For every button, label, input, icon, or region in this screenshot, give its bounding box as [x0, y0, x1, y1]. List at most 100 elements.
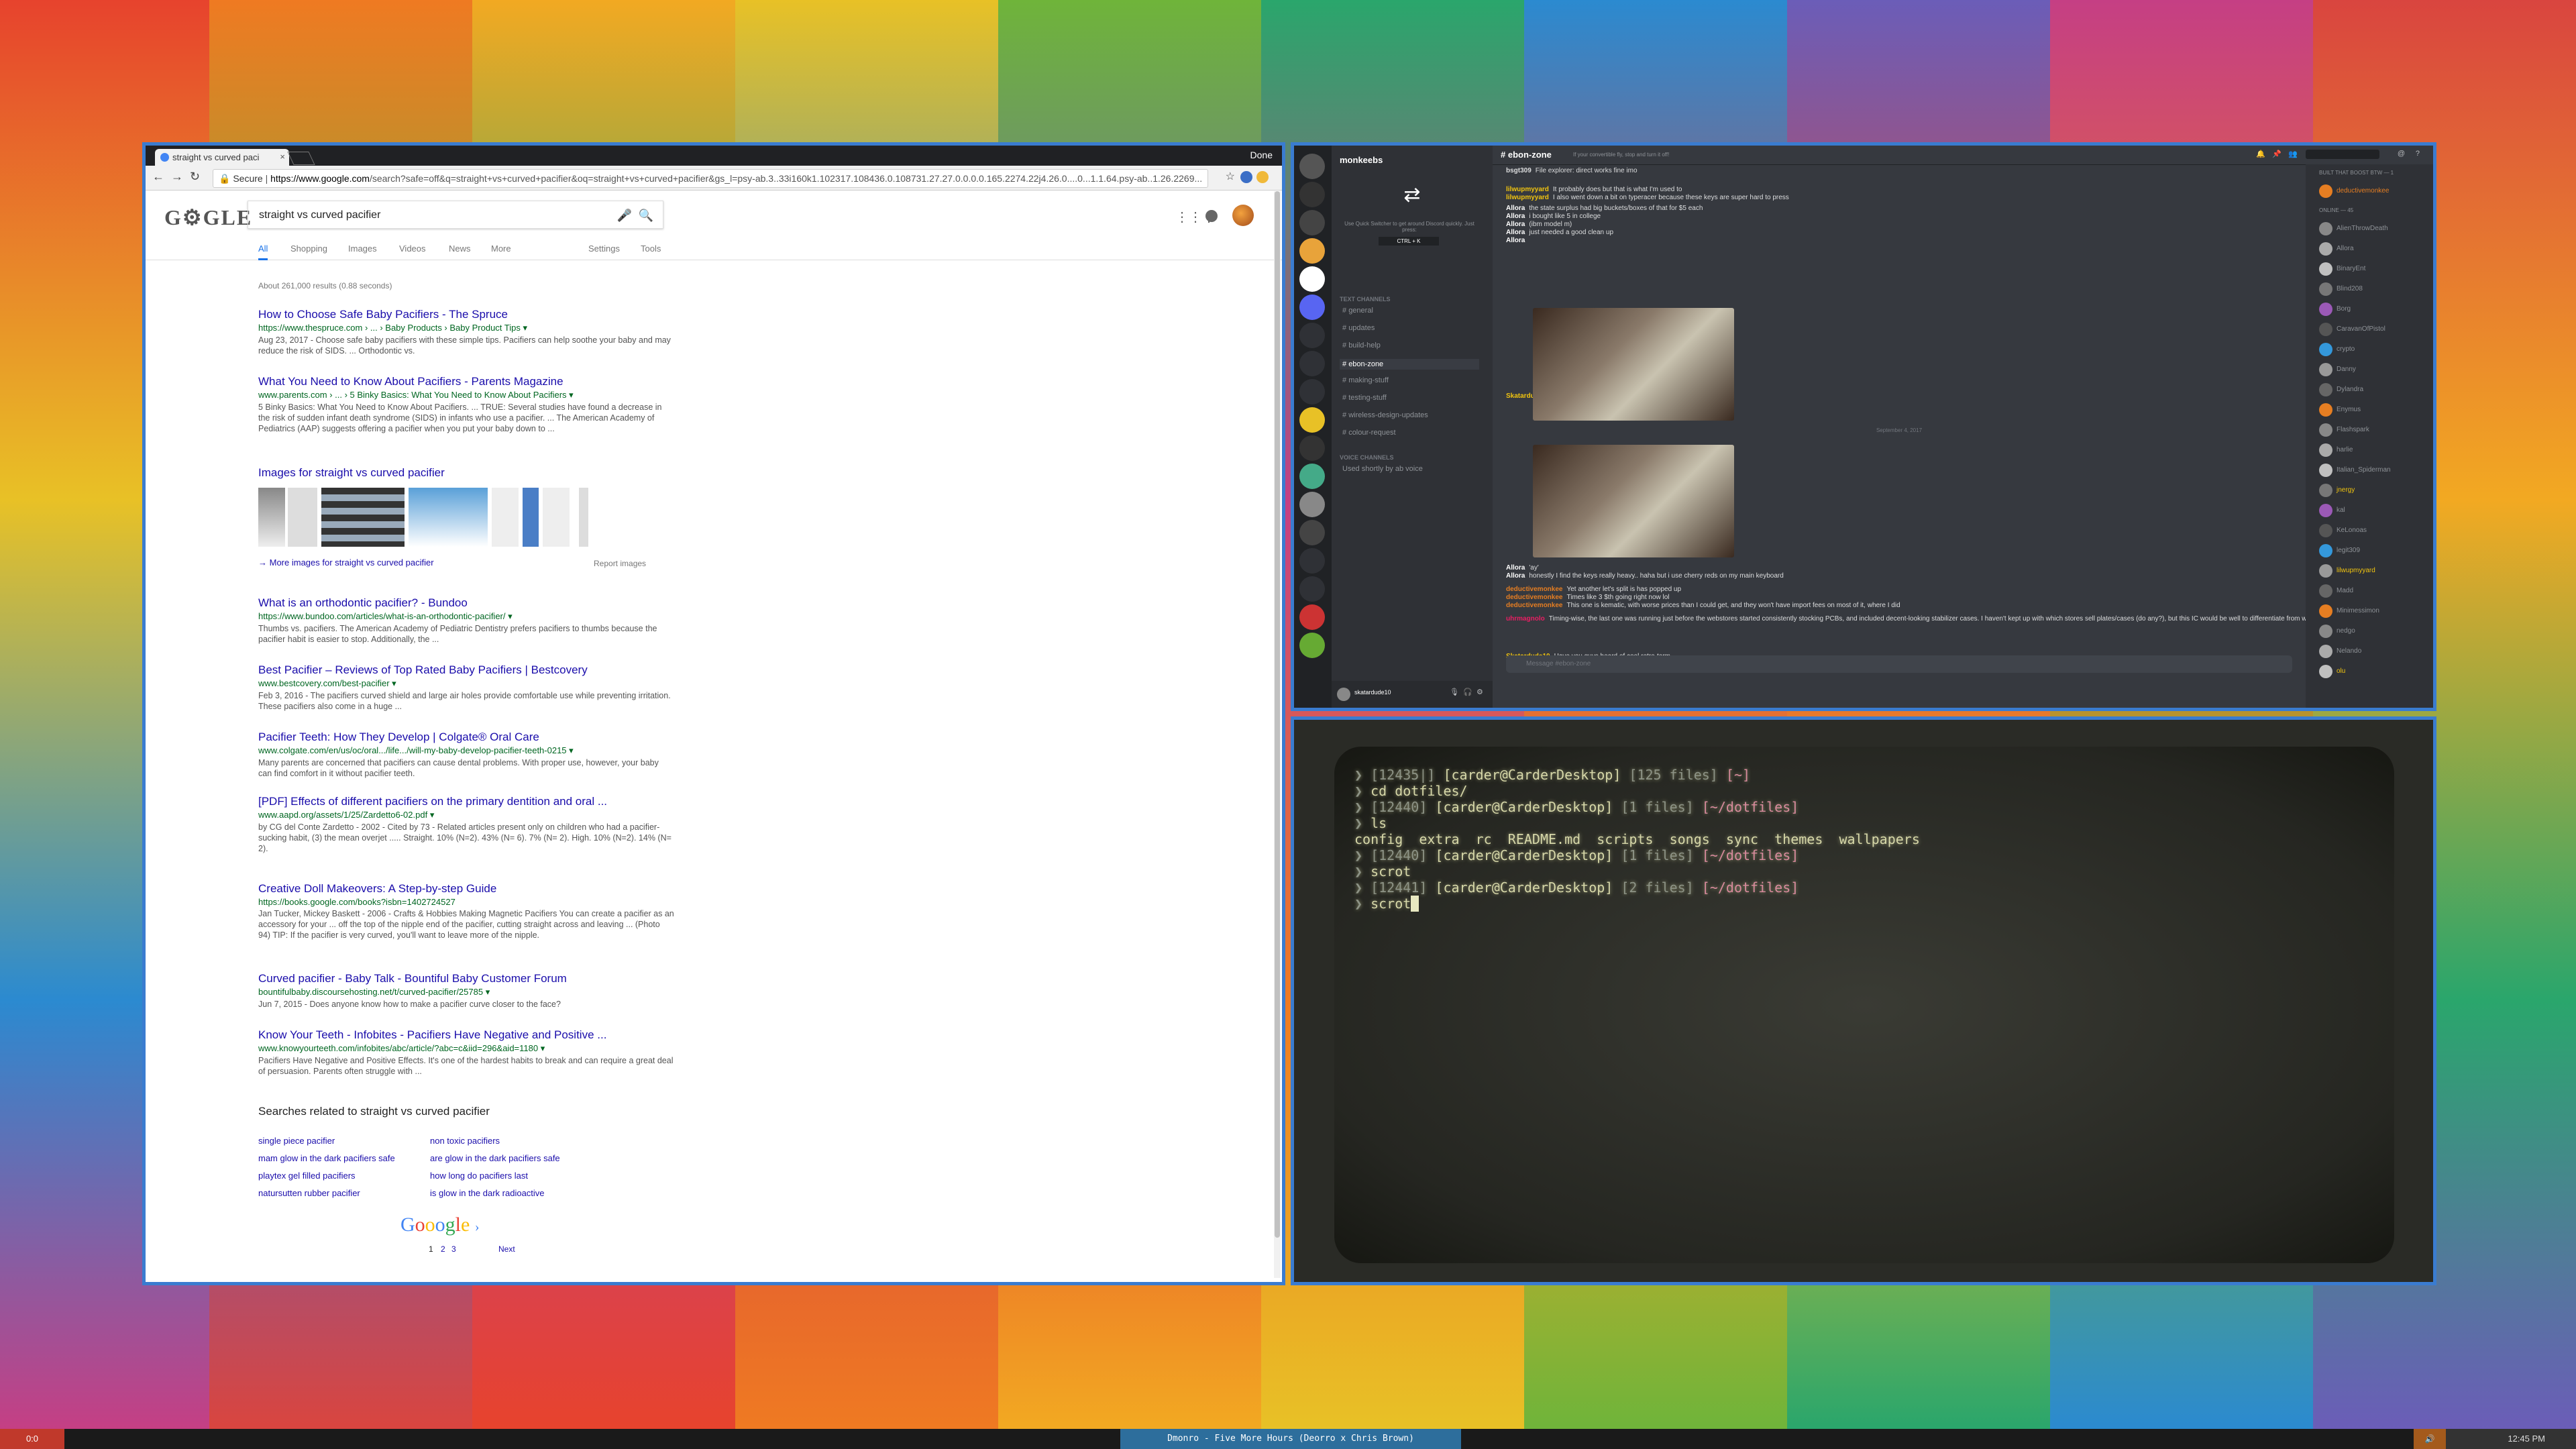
tab-settings[interactable]: Settings: [588, 244, 620, 254]
member-name[interactable]: Flashspark: [2337, 426, 2369, 433]
channel-item[interactable]: # ebon-zone: [1340, 359, 1479, 370]
member-name[interactable]: Nelando: [2337, 647, 2361, 655]
image-thumbnail[interactable]: [409, 488, 488, 547]
server-icon[interactable]: [1299, 266, 1325, 292]
member-name[interactable]: deductivemonkee: [2337, 187, 2389, 195]
avatar[interactable]: [2319, 262, 2332, 276]
message-author[interactable]: uhrmagnolo: [1506, 615, 1545, 623]
bell-icon[interactable]: 🔔: [2256, 150, 2265, 158]
result-url[interactable]: https://www.thespruce.com › ... › Baby P…: [258, 323, 674, 333]
related-search-link[interactable]: how long do pacifiers last: [430, 1171, 528, 1181]
close-tab-icon[interactable]: ×: [280, 152, 285, 162]
forward-arrow-icon[interactable]: →: [171, 170, 183, 184]
member-name[interactable]: AlienThrowDeath: [2337, 225, 2388, 232]
avatar[interactable]: [2319, 303, 2332, 316]
server-icon[interactable]: [1299, 604, 1325, 630]
member-name[interactable]: Danny: [2337, 366, 2356, 373]
member-name[interactable]: Blind208: [2337, 285, 2363, 292]
category-text-channels[interactable]: TEXT CHANNELS: [1340, 296, 1391, 303]
message-author[interactable]: Allora: [1506, 237, 1525, 244]
server-icon[interactable]: [1299, 435, 1325, 461]
avatar[interactable]: [2319, 343, 2332, 356]
tab-news[interactable]: News: [449, 244, 471, 254]
message-author[interactable]: deductivemonkee: [1506, 594, 1562, 601]
server-name[interactable]: monkeebs: [1340, 155, 1383, 165]
message-input[interactable]: Message #ebon-zone: [1506, 655, 2292, 673]
avatar[interactable]: [2319, 423, 2332, 437]
keyboard-photo[interactable]: [1533, 445, 1734, 557]
scrollbar[interactable]: [1274, 191, 1281, 1278]
avatar[interactable]: [2319, 645, 2332, 658]
result-url[interactable]: bountifulbaby.discoursehosting.net/t/cur…: [258, 987, 674, 998]
next-page-link[interactable]: Next: [498, 1244, 515, 1254]
notifications-icon[interactable]: [1205, 210, 1218, 222]
avatar[interactable]: [2319, 524, 2332, 537]
image-thumbnail[interactable]: [492, 488, 519, 547]
server-icon[interactable]: [1299, 323, 1325, 348]
avatar[interactable]: [2319, 584, 2332, 598]
server-icon[interactable]: [1299, 520, 1325, 545]
avatar[interactable]: [2319, 665, 2332, 678]
member-name[interactable]: Allora: [2337, 245, 2354, 252]
server-icon[interactable]: [1299, 407, 1325, 433]
category-voice-channels[interactable]: VOICE CHANNELS: [1340, 454, 1394, 461]
message-author[interactable]: deductivemonkee: [1506, 602, 1562, 609]
avatar[interactable]: [2319, 484, 2332, 497]
result-title[interactable]: Creative Doll Makeovers: A Step-by-step …: [258, 882, 674, 896]
tab-all[interactable]: All: [258, 244, 268, 260]
related-search-link[interactable]: playtex gel filled pacifiers: [258, 1171, 356, 1181]
address-bar[interactable]: 🔒 Secure | https://www.google.com/search…: [213, 169, 1208, 188]
image-thumbnail[interactable]: [288, 488, 317, 547]
browser-tab[interactable]: straight vs curved paci ×: [155, 149, 289, 166]
related-search-link[interactable]: is glow in the dark radioactive: [430, 1188, 545, 1198]
server-icon[interactable]: [1299, 576, 1325, 602]
server-icon[interactable]: [1299, 210, 1325, 235]
avatar[interactable]: [2319, 222, 2332, 235]
member-name[interactable]: Enymus: [2337, 406, 2361, 413]
result-url[interactable]: www.colgate.com/en/us/oc/oral.../life...…: [258, 745, 674, 756]
member-name[interactable]: KeLonoas: [2337, 527, 2367, 534]
search-icon[interactable]: 🔍: [639, 201, 653, 229]
channel-item[interactable]: # colour-request: [1342, 429, 1396, 437]
images-heading[interactable]: Images for straight vs curved pacifier: [258, 466, 445, 480]
result-title[interactable]: [PDF] Effects of different pacifiers on …: [258, 795, 674, 808]
extension-icon[interactable]: [1256, 171, 1269, 183]
channel-item[interactable]: # making-stuff: [1342, 376, 1389, 384]
back-arrow-icon[interactable]: ←: [152, 170, 164, 184]
member-name[interactable]: harlie: [2337, 446, 2353, 453]
avatar[interactable]: [2319, 504, 2332, 517]
server-icon[interactable]: [1299, 464, 1325, 489]
result-url[interactable]: https://www.bundoo.com/articles/what-is-…: [258, 611, 674, 622]
at-mentions-icon[interactable]: @: [2398, 150, 2405, 158]
voice-channel[interactable]: Used shortly by ab voice: [1342, 465, 1423, 473]
avatar[interactable]: [2319, 625, 2332, 638]
avatar[interactable]: [2319, 184, 2332, 198]
server-icon[interactable]: [1299, 182, 1325, 207]
avatar[interactable]: [2319, 564, 2332, 578]
message-author[interactable]: deductivemonkee: [1506, 586, 1562, 593]
result-title[interactable]: What is an orthodontic pacifier? - Bundo…: [258, 596, 674, 610]
result-title[interactable]: Pacifier Teeth: How They Develop | Colga…: [258, 731, 674, 744]
server-icon[interactable]: [1299, 548, 1325, 574]
workspace-indicator[interactable]: 0:0: [0, 1429, 64, 1449]
result-url[interactable]: https://books.google.com/books?isbn=1402…: [258, 897, 674, 907]
message-author[interactable]: lilwupmyyard: [1506, 186, 1549, 193]
bookmark-star-icon[interactable]: ☆: [1226, 170, 1235, 183]
more-images-link[interactable]: → More images for straight vs curved pac…: [258, 557, 434, 568]
server-icon[interactable]: [1299, 492, 1325, 517]
image-thumbnail[interactable]: [258, 488, 285, 547]
related-search-link[interactable]: single piece pacifier: [258, 1136, 335, 1146]
member-name[interactable]: CaravanOfPistol: [2337, 325, 2385, 333]
member-name[interactable]: olu: [2337, 667, 2345, 675]
tab-tools[interactable]: Tools: [641, 244, 661, 254]
tab-videos[interactable]: Videos: [399, 244, 426, 254]
avatar[interactable]: [2319, 403, 2332, 417]
result-title[interactable]: Best Pacifier – Reviews of Top Rated Bab…: [258, 663, 674, 677]
image-thumbnail[interactable]: [543, 488, 570, 547]
member-name[interactable]: crypto: [2337, 345, 2355, 353]
avatar[interactable]: [2319, 604, 2332, 618]
member-name[interactable]: legit309: [2337, 547, 2360, 554]
reload-icon[interactable]: ↻: [190, 170, 200, 184]
member-name[interactable]: Madd: [2337, 587, 2353, 594]
result-url[interactable]: www.knowyourteeth.com/infobites/abc/arti…: [258, 1043, 674, 1054]
